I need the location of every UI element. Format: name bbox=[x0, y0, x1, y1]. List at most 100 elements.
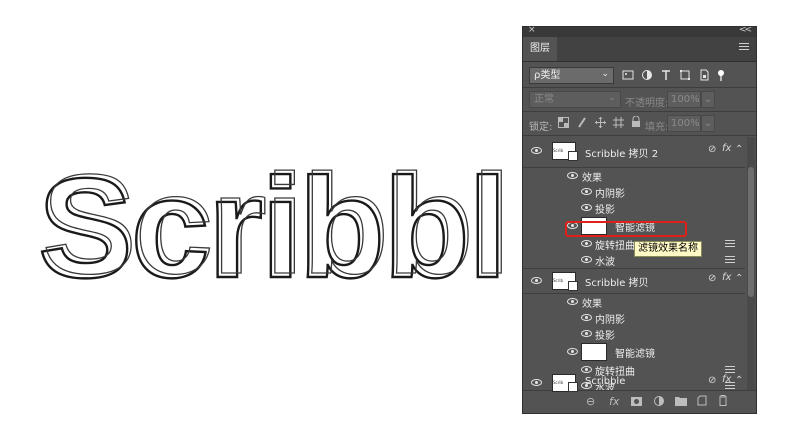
effect-row[interactable]: 内阴影 bbox=[523, 310, 745, 326]
visibility-eye-icon[interactable] bbox=[567, 172, 578, 179]
filter-name-tooltip: 滤镜效果名称 bbox=[634, 241, 702, 257]
toggle-filter-icon[interactable] bbox=[715, 69, 727, 81]
layers-panel: × << 图层 ρ类型 ⌄ 正常 ⌄ 不透明度: 100% ⌄ 锁定: 填充: … bbox=[522, 25, 757, 414]
layer-row[interactable]: Scrib Scribble 拷贝 2 ⊘ fx ⌃ bbox=[523, 137, 745, 168]
smart-filter-icon[interactable]: ⊘ bbox=[708, 375, 716, 386]
tab-layers[interactable]: 图层 bbox=[523, 37, 557, 61]
canvas-artwork: Scribbl Scribbl bbox=[37, 144, 512, 309]
fx-icon[interactable]: fx bbox=[722, 374, 731, 385]
filter-type-label: ρ类型 bbox=[534, 70, 561, 81]
layers-list: Scrib Scribble 拷贝 2 ⊘ fx ⌃ 效果 内阴影 投影 智能滤… bbox=[523, 137, 745, 392]
effect-row[interactable]: 投影 bbox=[523, 326, 745, 342]
new-group-icon[interactable] bbox=[675, 396, 687, 409]
filter-blending-options-icon[interactable] bbox=[725, 256, 735, 264]
lock-row: 锁定: 填充: 100% ⌄ bbox=[529, 115, 751, 133]
smart-filter-icon[interactable]: ⊘ bbox=[708, 273, 716, 284]
opacity-input[interactable]: 100% bbox=[667, 91, 701, 108]
new-layer-icon[interactable] bbox=[697, 395, 707, 409]
panel-menu-icon[interactable] bbox=[739, 43, 749, 53]
filter-type-select[interactable]: ρ类型 ⌄ bbox=[529, 67, 614, 84]
new-adjustment-layer-icon[interactable] bbox=[654, 396, 664, 409]
chevron-down-icon: ⌄ bbox=[601, 69, 609, 79]
smart-object-badge-icon bbox=[568, 151, 578, 161]
lock-artboard-icon[interactable] bbox=[613, 117, 624, 131]
link-layers-icon[interactable]: ⊖ bbox=[586, 395, 595, 408]
fill-dropdown[interactable]: ⌄ bbox=[701, 115, 715, 132]
effect-row[interactable]: 内阴影 bbox=[523, 184, 745, 200]
opacity-label: 不透明度: bbox=[625, 98, 669, 109]
layers-scrollbar[interactable] bbox=[747, 137, 755, 392]
type-filter-icon[interactable] bbox=[660, 69, 672, 81]
scrollbar-thumb[interactable] bbox=[748, 167, 754, 297]
effects-row[interactable]: 效果 bbox=[523, 168, 745, 184]
lock-label: 锁定: bbox=[529, 122, 553, 133]
layer-row[interactable]: Scrib Scribble 拷贝 ⊘ fx ⌃ bbox=[523, 269, 745, 294]
filter-blending-options-icon[interactable] bbox=[725, 240, 735, 248]
visibility-eye-icon[interactable] bbox=[567, 298, 578, 305]
layer-name[interactable]: Scribble 拷贝 bbox=[585, 274, 649, 289]
add-mask-icon[interactable] bbox=[631, 396, 642, 409]
visibility-eye-icon[interactable] bbox=[581, 256, 592, 263]
layer-name[interactable]: Scribble bbox=[585, 376, 625, 387]
visibility-eye-icon[interactable] bbox=[531, 147, 542, 154]
chevron-up-icon[interactable]: ⌃ bbox=[735, 375, 743, 386]
fill-input[interactable]: 100% bbox=[667, 115, 701, 132]
blend-row: 正常 ⌄ 不透明度: 100% ⌄ bbox=[529, 91, 751, 109]
filter-name[interactable]: 水波 bbox=[595, 253, 615, 268]
visibility-eye-icon[interactable] bbox=[567, 348, 578, 355]
close-icon[interactable]: × bbox=[528, 25, 536, 35]
opacity-dropdown[interactable]: ⌄ bbox=[701, 91, 715, 108]
divider bbox=[523, 135, 756, 136]
collapse-icon[interactable]: << bbox=[739, 25, 752, 35]
smart-object-badge-icon bbox=[568, 281, 578, 291]
effect-name: 投影 bbox=[595, 331, 615, 342]
effects-row[interactable]: 效果 bbox=[523, 294, 745, 310]
fx-icon[interactable]: fx bbox=[722, 272, 731, 283]
visibility-eye-icon[interactable] bbox=[581, 240, 592, 247]
visibility-eye-icon[interactable] bbox=[581, 204, 592, 211]
visibility-eye-icon[interactable] bbox=[531, 379, 542, 386]
panel-tabbar: 图层 bbox=[523, 37, 756, 62]
chevron-down-icon: ⌄ bbox=[608, 93, 616, 103]
scribble-text-front: Scribbl bbox=[42, 145, 509, 304]
layer-row[interactable]: Scrib Scribble ⊘ fx ⌃ bbox=[523, 372, 745, 392]
adjustment-filter-icon[interactable] bbox=[641, 69, 653, 81]
lock-position-icon[interactable] bbox=[595, 117, 606, 131]
smart-filters-label: 智能滤镜 bbox=[615, 349, 655, 360]
effect-name: 内阴影 bbox=[595, 315, 625, 326]
visibility-eye-icon[interactable] bbox=[581, 314, 592, 321]
smart-filters-row[interactable]: 智能滤镜 bbox=[523, 342, 745, 362]
effect-row[interactable]: 投影 bbox=[523, 200, 745, 216]
visibility-eye-icon[interactable] bbox=[581, 330, 592, 337]
smart-filter-icon[interactable]: ⊘ bbox=[708, 144, 716, 155]
visibility-eye-icon[interactable] bbox=[531, 277, 542, 284]
image-filter-icon[interactable] bbox=[622, 69, 634, 81]
smart-object-badge-icon bbox=[568, 382, 578, 392]
filter-name[interactable]: 旋转扭曲 bbox=[595, 237, 635, 252]
chevron-up-icon[interactable]: ⌃ bbox=[735, 273, 743, 284]
smart-filter-mask[interactable] bbox=[581, 343, 607, 361]
panel-bottom-toolbar: ⊖ fx bbox=[523, 390, 756, 413]
effects-label: 效果 bbox=[582, 173, 602, 184]
fx-icon[interactable]: fx bbox=[722, 143, 731, 154]
filter-row: ρ类型 ⌄ bbox=[529, 67, 751, 85]
panel-titlebar: × << bbox=[523, 25, 756, 37]
effect-name: 内阴影 bbox=[595, 189, 625, 200]
shape-filter-icon[interactable] bbox=[679, 69, 691, 81]
effect-name: 投影 bbox=[595, 205, 615, 216]
filter-highlight-box bbox=[565, 221, 687, 237]
effects-label: 效果 bbox=[582, 299, 602, 310]
divider bbox=[523, 111, 756, 112]
add-layer-style-icon[interactable]: fx bbox=[609, 395, 619, 408]
layer-name[interactable]: Scribble 拷贝 2 bbox=[585, 145, 658, 160]
chevron-up-icon[interactable]: ⌃ bbox=[735, 144, 743, 155]
smart-object-filter-icon[interactable] bbox=[698, 69, 710, 81]
lock-transparent-pixels-icon[interactable] bbox=[558, 117, 569, 131]
blend-mode-select[interactable]: 正常 ⌄ bbox=[529, 91, 621, 108]
lock-all-icon[interactable] bbox=[631, 115, 641, 131]
visibility-eye-icon[interactable] bbox=[581, 188, 592, 195]
lock-image-pixels-icon[interactable] bbox=[577, 117, 588, 131]
fill-label: 填充: bbox=[645, 122, 669, 133]
delete-layer-icon[interactable] bbox=[718, 395, 728, 409]
blend-mode-value: 正常 bbox=[534, 94, 554, 105]
